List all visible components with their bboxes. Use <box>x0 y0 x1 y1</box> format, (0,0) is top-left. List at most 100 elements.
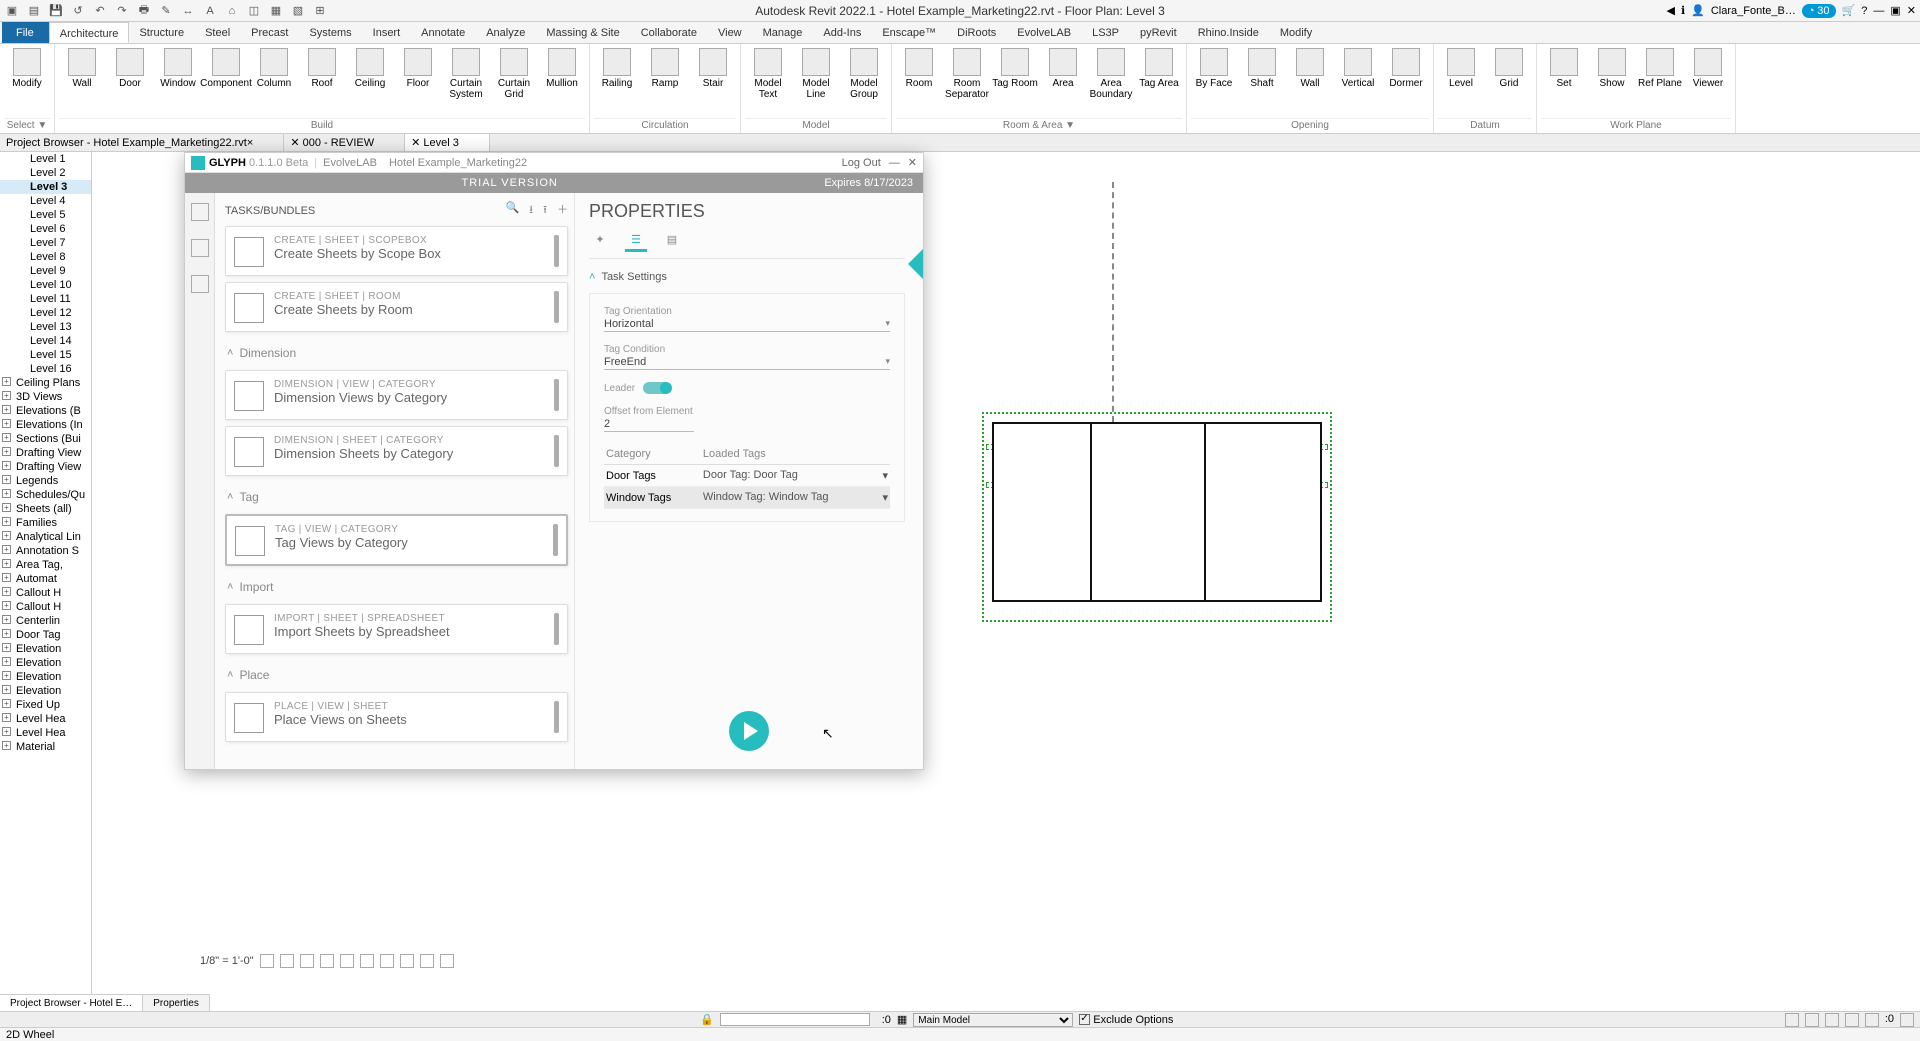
ribbon-tab-systems[interactable]: Systems <box>299 22 362 43</box>
ribbon-tab-annotate[interactable]: Annotate <box>411 22 476 43</box>
chevron-up-icon[interactable]: ˄ <box>589 271 595 283</box>
pb-node[interactable]: +Door Tag <box>0 628 91 642</box>
ribbon-tab-steel[interactable]: Steel <box>195 22 241 43</box>
print-icon[interactable]: 🖶 <box>136 3 152 19</box>
table-row[interactable]: Window TagsWindow Tag: Window Tag ▾ <box>604 487 890 509</box>
project-browser-header[interactable]: Project Browser - Hotel Example_Marketin… <box>0 134 284 151</box>
tab-project-browser[interactable]: Project Browser - Hotel E… <box>0 995 143 1011</box>
close-icon[interactable]: ✕ <box>1907 4 1916 17</box>
ribbon-tab-ls3p[interactable]: LS3P <box>1082 22 1130 43</box>
ribbon-tab-add-ins[interactable]: Add-Ins <box>813 22 872 43</box>
restore-icon[interactable]: ▣ <box>1890 4 1900 17</box>
select-face-icon[interactable] <box>1845 1013 1859 1027</box>
pb-level[interactable]: Level 13 <box>0 320 91 334</box>
group-header[interactable]: ˄ Import <box>225 576 568 598</box>
ribbon-model-group[interactable]: Model Group <box>841 46 887 118</box>
task-card[interactable]: PLACE | VIEW | SHEETPlace Views on Sheet… <box>225 692 568 742</box>
worksharing-icon[interactable]: 🔒 <box>700 1013 714 1026</box>
temp-hide-icon[interactable] <box>400 954 414 968</box>
dimension-icon[interactable]: ↔ <box>180 3 196 19</box>
view-tab-level3[interactable]: ✕ Level 3 <box>405 134 490 151</box>
pb-node[interactable]: +Drafting View <box>0 460 91 474</box>
pb-level[interactable]: Level 7 <box>0 236 91 250</box>
pb-level[interactable]: Level 5 <box>0 208 91 222</box>
ribbon-model-text[interactable]: Model Text <box>745 46 791 118</box>
pb-node[interactable]: +Annotation S <box>0 544 91 558</box>
task-card[interactable]: CREATE | SHEET | SCOPEBOXCreate Sheets b… <box>225 226 568 276</box>
ribbon-railing[interactable]: Railing <box>594 46 640 118</box>
filter-icon[interactable] <box>1900 1013 1914 1027</box>
ribbon-ceiling[interactable]: Ceiling <box>347 46 393 118</box>
pb-node[interactable]: +Families <box>0 516 91 530</box>
glyph-min-icon[interactable]: — <box>889 157 900 169</box>
pb-node[interactable]: +Area Tag, <box>0 558 91 572</box>
pb-level[interactable]: Level 11 <box>0 292 91 306</box>
group-header[interactable]: ˄ Dimension <box>225 342 568 364</box>
pb-level[interactable]: Level 3 <box>0 180 91 194</box>
visual-style-icon[interactable] <box>280 954 294 968</box>
pb-node[interactable]: +Elevation <box>0 656 91 670</box>
expand-left-icon[interactable]: ◀ <box>1667 4 1675 17</box>
measure-icon[interactable]: ✎ <box>158 3 174 19</box>
props-tab-settings-icon[interactable]: ☰ <box>625 230 647 252</box>
ribbon-mullion[interactable]: Mullion <box>539 46 585 118</box>
add-icon[interactable]: ＋ <box>557 201 568 220</box>
pb-node[interactable]: +Sections (Bui <box>0 432 91 446</box>
pb-level[interactable]: Level 12 <box>0 306 91 320</box>
ribbon-tab-insert[interactable]: Insert <box>363 22 412 43</box>
leader-toggle[interactable] <box>643 382 671 394</box>
sun-path-icon[interactable] <box>300 954 314 968</box>
ribbon-tab-enscape-[interactable]: Enscape™ <box>872 22 947 43</box>
ribbon-vertical[interactable]: Vertical <box>1335 46 1381 118</box>
pb-node[interactable]: +Schedules/Qu <box>0 488 91 502</box>
ribbon-viewer[interactable]: Viewer <box>1685 46 1731 118</box>
worksets-select[interactable]: Main Model <box>913 1013 1073 1027</box>
props-tab-preview-icon[interactable]: ▤ <box>661 230 683 252</box>
pb-level[interactable]: Level 2 <box>0 166 91 180</box>
pb-level[interactable]: Level 15 <box>0 348 91 362</box>
ribbon-modify[interactable]: Modify <box>4 46 50 118</box>
reveal-icon[interactable] <box>420 954 434 968</box>
default-3d-icon[interactable]: ⌂ <box>224 3 240 19</box>
task-card[interactable]: DIMENSION | VIEW | CATEGORYDimension Vie… <box>225 370 568 420</box>
ribbon-tab-manage[interactable]: Manage <box>753 22 814 43</box>
text-icon[interactable]: A <box>202 3 218 19</box>
ribbon-tab-collaborate[interactable]: Collaborate <box>631 22 708 43</box>
glyph-close-icon[interactable]: ✕ <box>908 156 917 169</box>
switch-icon[interactable]: ⊞ <box>312 3 328 19</box>
view-tab-review[interactable]: ✕ 000 - REVIEW <box>284 134 405 151</box>
collapse-handle-icon[interactable] <box>908 248 923 280</box>
table-row[interactable]: Door TagsDoor Tag: Door Tag ▾ <box>604 465 890 487</box>
detail-level-icon[interactable] <box>260 954 274 968</box>
task-card[interactable]: DIMENSION | SHEET | CATEGORYDimension Sh… <box>225 426 568 476</box>
ribbon-area-boundary[interactable]: Area Boundary <box>1088 46 1134 118</box>
pb-node[interactable]: +Drafting View <box>0 446 91 460</box>
pb-node[interactable]: +Elevations (In <box>0 418 91 432</box>
ribbon-tab-pyrevit[interactable]: pyRevit <box>1130 22 1188 43</box>
user-icon[interactable]: 👤 <box>1691 4 1705 17</box>
ribbon-door[interactable]: Door <box>107 46 153 118</box>
sync-icon[interactable]: ↺ <box>70 3 86 19</box>
ribbon-by-face[interactable]: By Face <box>1191 46 1237 118</box>
ribbon-model-line[interactable]: Model Line <box>793 46 839 118</box>
ribbon-tab-massing-site[interactable]: Massing & Site <box>536 22 630 43</box>
task-card[interactable]: TAG | VIEW | CATEGORYTag Views by Catego… <box>225 514 568 566</box>
pb-node[interactable]: +Ceiling Plans <box>0 376 91 390</box>
type-selector-input[interactable] <box>720 1013 870 1026</box>
pb-node[interactable]: +3D Views <box>0 390 91 404</box>
select-pinned-icon[interactable] <box>1825 1013 1839 1027</box>
ribbon-roof[interactable]: Roof <box>299 46 345 118</box>
redo-icon[interactable]: ↷ <box>114 3 130 19</box>
ribbon-room[interactable]: Room <box>896 46 942 118</box>
ribbon-window[interactable]: Window <box>155 46 201 118</box>
ribbon-wall[interactable]: Wall <box>1287 46 1333 118</box>
ribbon-tab-structure[interactable]: Structure <box>129 22 195 43</box>
run-button[interactable] <box>729 711 769 751</box>
ribbon-curtain-grid[interactable]: Curtain Grid <box>491 46 537 118</box>
pb-node[interactable]: +Level Hea <box>0 726 91 740</box>
pb-node[interactable]: +Centerlin <box>0 614 91 628</box>
undo-icon[interactable]: ↶ <box>92 3 108 19</box>
pb-level[interactable]: Level 6 <box>0 222 91 236</box>
save-icon[interactable]: 💾 <box>48 3 64 19</box>
pb-node[interactable]: +Callout H <box>0 600 91 614</box>
